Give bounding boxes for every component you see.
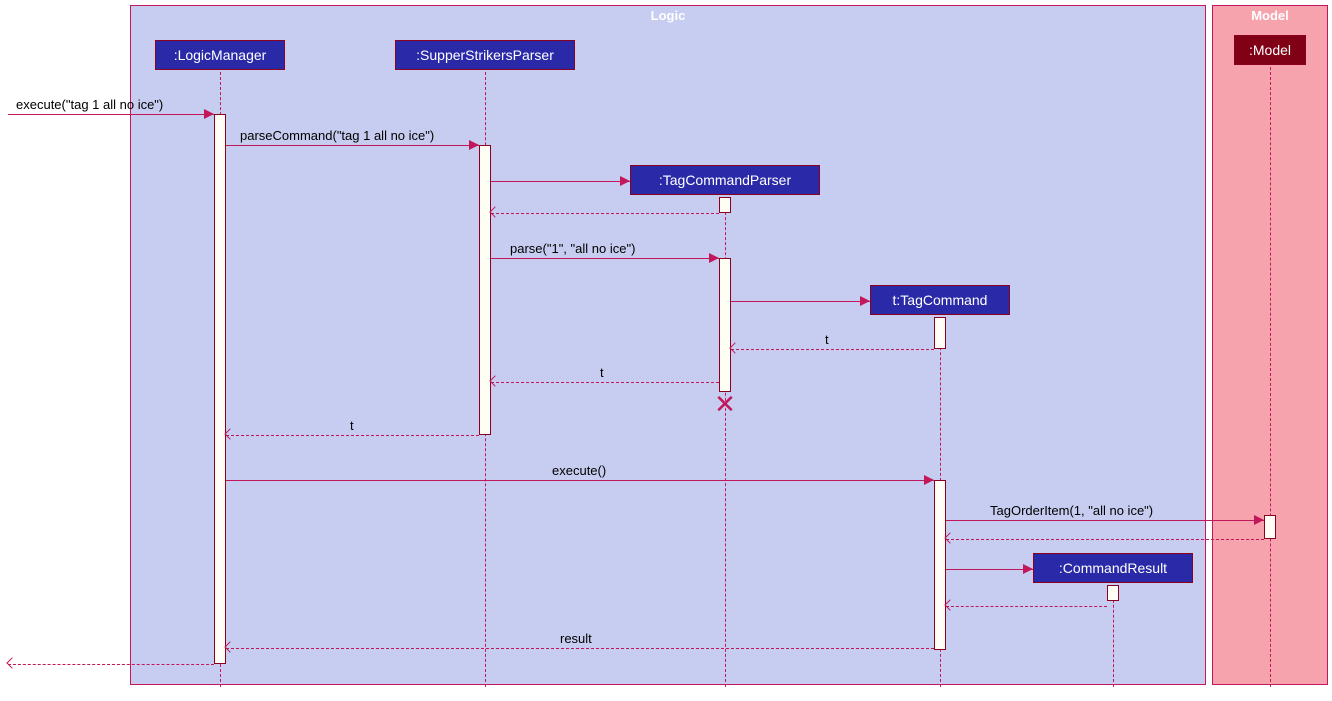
label-m8: TagOrderItem(1, "all no ice") [990, 503, 1153, 518]
arrowhead-m7 [924, 475, 934, 485]
participant-cmd-result: :CommandResult [1033, 553, 1193, 583]
arrowhead-m3 [709, 253, 719, 263]
label-m6: t [350, 418, 354, 433]
label-m9: result [560, 631, 592, 646]
label-m3: parse("1", "all no ice") [510, 241, 635, 256]
arrowhead-create-tcp [620, 176, 630, 186]
arrow-m3 [491, 258, 719, 259]
arrow-m2 [226, 145, 479, 146]
arrowhead-m8 [1254, 515, 1264, 525]
participant-tag-cmd: t:TagCommand [870, 285, 1010, 315]
activation-model [1264, 515, 1276, 539]
arrowhead-final-return [6, 657, 17, 668]
participant-logic-manager: :LogicManager [155, 40, 285, 70]
label-m2: parseCommand("tag 1 all no ice") [240, 128, 434, 143]
participant-model: :Model [1234, 35, 1306, 65]
frame-model-label: Model [1251, 8, 1289, 23]
arrow-create-cr [946, 569, 1033, 570]
arrow-m6 [226, 435, 479, 436]
arrowhead-m2 [469, 140, 479, 150]
arrow-m9 [226, 648, 934, 649]
arrow-return-model [946, 539, 1264, 540]
arrowhead-create-cr [1023, 564, 1033, 574]
destroy-icon: ✕ [713, 392, 737, 416]
arrow-final-return [8, 664, 214, 665]
activation-tag-cmd-1 [934, 317, 946, 349]
arrow-m8 [946, 520, 1264, 521]
arrowhead-m1 [204, 109, 214, 119]
activation-tag-cmd-parser-2 [719, 258, 731, 392]
arrow-m7 [226, 480, 934, 481]
label-m7: execute() [552, 463, 606, 478]
participant-tag-cmd-parser: :TagCommandParser [630, 165, 820, 195]
arrow-m1 [8, 114, 214, 115]
frame-logic: Logic [130, 5, 1206, 685]
activation-logic-manager [214, 114, 226, 664]
arrow-return-tcp [491, 213, 719, 214]
arrow-create-tc [731, 301, 870, 302]
arrowhead-create-tc [860, 296, 870, 306]
label-m5: t [600, 365, 604, 380]
label-m4: t [825, 332, 829, 347]
participant-parser: :SupperStrikersParser [395, 40, 575, 70]
arrow-m5 [491, 382, 719, 383]
label-m1: execute("tag 1 all no ice") [16, 97, 163, 112]
activation-parser [479, 145, 491, 435]
arrow-m4 [731, 349, 934, 350]
frame-logic-label: Logic [651, 8, 686, 23]
activation-tag-cmd-parser-1 [719, 197, 731, 213]
arrow-return-cr [946, 606, 1107, 607]
lifeline-model [1270, 67, 1271, 687]
activation-cmd-result [1107, 585, 1119, 601]
activation-tag-cmd-2 [934, 480, 946, 650]
arrow-create-tcp [491, 181, 630, 182]
